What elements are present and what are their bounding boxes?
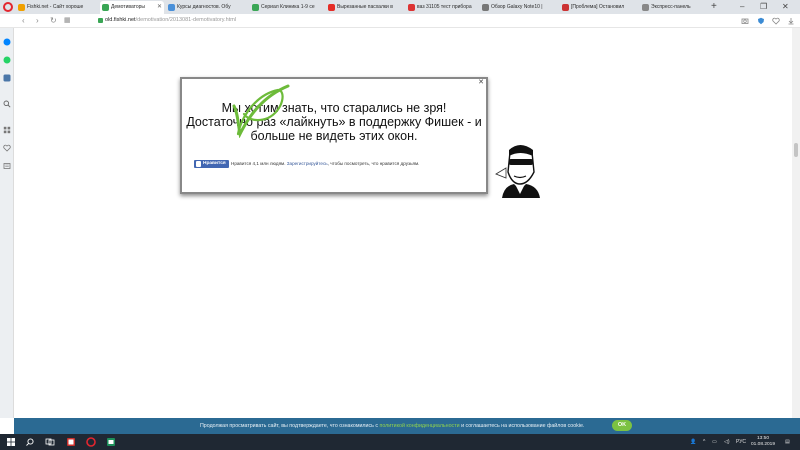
green-checkmark-icon — [232, 84, 290, 138]
tab-favicon-icon — [328, 4, 335, 11]
cookie-bar-edge — [778, 418, 800, 434]
tray-volume-icon[interactable]: ◁) — [724, 434, 730, 450]
cookie-consent-bar: Продолжая просматривать сайт, вы подтвер… — [14, 418, 792, 434]
browser-sidebar — [0, 28, 14, 418]
privacy-policy-link[interactable]: политикой конфиденциальности — [379, 423, 459, 429]
address-bar: ‹ › ↻ ▦ old.fishki.net/demotivation/2013… — [0, 14, 800, 28]
url-field[interactable]: old.fishki.net/demotivation/2013081-demo… — [105, 14, 236, 27]
tab[interactable]: Демотиваторы ✕ — [100, 1, 164, 14]
close-window-icon[interactable]: ✕ — [782, 0, 789, 13]
shield-icon[interactable] — [757, 17, 765, 25]
tab-title: Fishki.net - Сайт хороше — [27, 4, 84, 10]
tab-close-icon[interactable]: ✕ — [157, 1, 162, 14]
taskbar-clock[interactable]: 13:50 01.08.2019 — [748, 436, 778, 448]
like-popup: ✕ Мы хотим знать, что старались не зря! … — [180, 77, 488, 194]
tab-title: Сериал Клиника 1-9 се — [261, 4, 315, 10]
tab-favicon-icon — [102, 4, 109, 11]
app-red-icon[interactable] — [66, 437, 76, 447]
tab-title: Вырезанные пасхалки в — [337, 4, 393, 10]
lock-icon[interactable] — [98, 18, 103, 23]
bookmarks-heart-icon[interactable] — [3, 144, 11, 152]
cookie-message: Продолжая просматривать сайт, вы подтвер… — [200, 418, 584, 434]
tab-favicon-icon — [18, 4, 25, 11]
speed-dial-sidebar-icon[interactable] — [3, 126, 11, 134]
scroll-thumb[interactable] — [794, 143, 798, 157]
register-link[interactable]: Зарегистрируйтесь — [287, 161, 328, 166]
windows-taskbar: 👤 ^ ▭ ◁) РУС 13:50 01.08.2019 ▤ — [0, 434, 800, 450]
tab-favicon-icon — [642, 4, 649, 11]
cookie-text-before: Продолжая просматривать сайт, вы подтвер… — [200, 423, 378, 429]
url-path: /demotivation/2013081-demotivatory.html — [135, 17, 237, 23]
terminator-mascot-icon — [495, 145, 540, 198]
taskbar-search-icon[interactable] — [25, 437, 35, 447]
thumbs-up-icon — [196, 161, 201, 167]
likes-count-text: Нравится 4,1 млн людям. — [231, 161, 286, 166]
page-scrollbar[interactable] — [792, 28, 800, 418]
download-icon[interactable] — [787, 17, 795, 25]
like-info: Нравится 4,1 млн людям. Зарегистрируйтес… — [231, 160, 419, 168]
back-icon[interactable]: ‹ — [22, 14, 25, 27]
tab[interactable]: Fishki.net - Сайт хороше — [16, 1, 98, 14]
notifications-icon[interactable]: ▤ — [785, 434, 790, 450]
opera-menu-icon[interactable] — [3, 2, 13, 12]
tab-title: ваз 31105 тест прибора — [417, 4, 472, 10]
facebook-like-button[interactable]: Нравится — [194, 160, 229, 168]
popup-close-icon[interactable]: ✕ — [478, 78, 484, 86]
speed-dial-icon[interactable]: ▦ — [64, 14, 71, 27]
search-icon[interactable] — [3, 100, 11, 108]
app-green-icon[interactable] — [106, 437, 116, 447]
new-tab-button[interactable]: + — [711, 0, 717, 13]
tray-chevron-icon[interactable]: ^ — [703, 434, 705, 450]
heart-icon[interactable] — [772, 17, 780, 25]
like-button-label: Нравится — [203, 161, 226, 166]
camera-icon[interactable] — [741, 17, 749, 25]
tab-strip: Fishki.net - Сайт хороше Демотиваторы ✕ Кур… — [0, 0, 800, 14]
tray-person-icon[interactable]: 👤 — [690, 434, 696, 450]
tab[interactable]: Сериал Клиника 1-9 се — [250, 1, 324, 14]
tab[interactable]: Экспресс-панель — [640, 1, 710, 14]
tab[interactable]: [Проблема] Остановил — [560, 1, 638, 14]
tab[interactable]: Вырезанные пасхалки в — [326, 1, 404, 14]
whatsapp-icon[interactable] — [3, 56, 11, 64]
messenger-icon[interactable] — [3, 38, 11, 46]
tab-title: Курсы диагностов. Обу — [177, 4, 231, 10]
tab-favicon-icon — [562, 4, 569, 11]
tab-favicon-icon — [482, 4, 489, 11]
tab[interactable]: Курсы диагностов. Обу — [166, 1, 248, 14]
cookie-text-after: и соглашаетесь на использование файлов c… — [461, 423, 585, 429]
url-host: old.fishki.net — [105, 17, 136, 23]
forward-icon[interactable]: › — [36, 14, 39, 27]
cookie-ok-button[interactable]: OK — [612, 420, 632, 431]
vk-icon[interactable] — [3, 74, 11, 82]
tray-network-icon[interactable]: ▭ — [712, 434, 717, 450]
clock-date: 01.08.2019 — [750, 442, 775, 447]
news-icon[interactable] — [3, 162, 11, 170]
tab-title: Обзор Galaxy Note10 | — [491, 4, 543, 10]
tab-title: [Проблема] Остановил — [571, 4, 625, 10]
opera-taskbar-icon[interactable] — [86, 437, 96, 447]
tab-favicon-icon — [252, 4, 259, 11]
input-language[interactable]: РУС — [736, 434, 746, 450]
tab-favicon-icon — [408, 4, 415, 11]
tab-favicon-icon — [168, 4, 175, 11]
windows-start-icon[interactable] — [6, 437, 16, 447]
tab[interactable]: Обзор Galaxy Note10 | — [480, 1, 558, 14]
reload-icon[interactable]: ↻ — [50, 14, 57, 27]
tab[interactable]: ваз 31105 тест прибора — [406, 1, 478, 14]
tab-title: Демотиваторы — [111, 4, 146, 10]
task-view-icon[interactable] — [45, 437, 55, 447]
likes-suffix-text: , чтобы посмотреть, что нравится друзьям… — [327, 161, 420, 166]
minimize-icon[interactable]: – — [740, 0, 744, 13]
maximize-icon[interactable]: ❐ — [760, 0, 767, 13]
tab-title: Экспресс-панель — [651, 4, 691, 10]
